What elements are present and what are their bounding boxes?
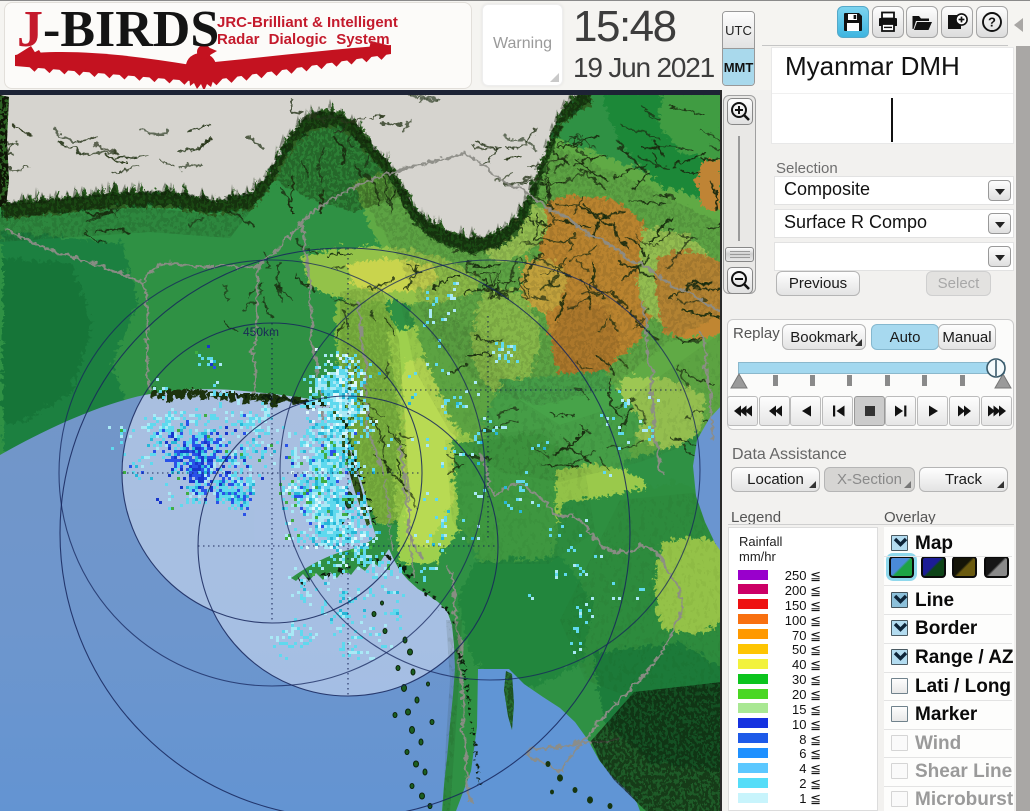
svg-text:JRC-Brilliant & Intelligent: JRC-Brilliant & Intelligent (217, 14, 398, 31)
svg-text:450km: 450km (243, 325, 279, 339)
svg-text:J-BIRDS: J-BIRDS (17, 3, 219, 58)
svg-text:Radar Dialogic System: Radar Dialogic System (217, 31, 390, 48)
svg-text:?: ? (988, 14, 996, 29)
